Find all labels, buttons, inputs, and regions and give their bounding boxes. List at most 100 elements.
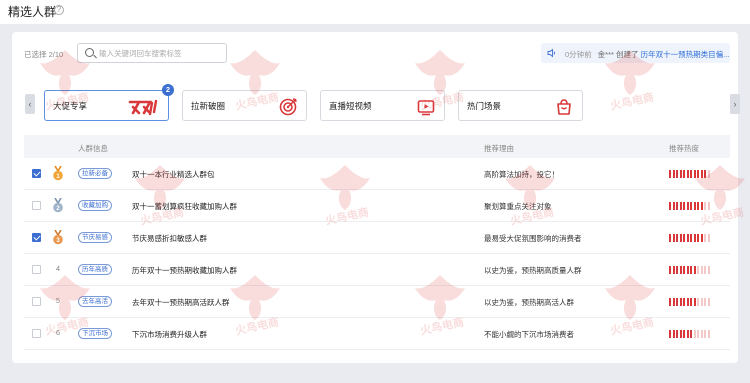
heat-bar xyxy=(676,266,678,274)
activity-notice[interactable]: 0分钟前 金*** 创建了 历年双十一预热期类目偏... xyxy=(541,43,730,63)
heat-bar xyxy=(697,170,699,178)
row-reason: 以史为鉴，预热期高质量人群 xyxy=(484,266,582,275)
row-name: 历年双十一预热期收藏加购人群 xyxy=(132,266,237,275)
row-rank: 5 xyxy=(55,296,61,305)
row-name: 下沉市场消费升级人群 xyxy=(132,330,207,339)
tab-badge: 2 xyxy=(162,84,174,96)
tabs-next-button[interactable]: › xyxy=(730,94,740,114)
heat-bar xyxy=(669,298,671,306)
heat-bar xyxy=(704,298,706,306)
crowd-table: 人群信息 推荐理由 推荐热度 1 拉新必备 双十一本行业精选人群包 高阶算法加持，投它… xyxy=(24,135,730,350)
speaker-icon xyxy=(547,48,555,58)
heat-bar xyxy=(683,234,685,242)
heat-bar xyxy=(679,170,682,178)
row-reason: 最易受大促氛围影响的消费者 xyxy=(484,234,582,243)
row-reason: 不能小觑的下沉市场消费者 xyxy=(484,330,574,339)
tab-label: 直播短视频 xyxy=(329,101,372,111)
tab-promotion[interactable]: 大促专享 2 xyxy=(44,84,174,121)
row-checkbox[interactable] xyxy=(32,233,41,242)
heat-bar xyxy=(686,170,689,178)
row-checkbox[interactable] xyxy=(32,169,41,178)
heat-bar xyxy=(669,234,671,242)
heat-bar xyxy=(676,330,678,338)
search-input[interactable] xyxy=(99,47,224,60)
row-reason: 以史为鉴，预热期高活人群 xyxy=(484,298,574,307)
tab-live-video[interactable]: 直播短视频 xyxy=(320,90,445,121)
table-row[interactable]: 5 去年高活 去年双十一预热期高活跃人群 以史为鉴，预热期高活人群 xyxy=(24,286,730,318)
page-title: 精选人群 xyxy=(8,5,57,19)
help-icon[interactable]: ? xyxy=(54,5,64,15)
heat-bar xyxy=(693,298,696,306)
heat-bar xyxy=(676,298,678,306)
row-tag: 收藏加购 xyxy=(78,200,112,211)
notice-user: 金*** 创建了 xyxy=(597,50,639,59)
table-row[interactable]: 2 收藏加购 双十一蓄划算疯狂收藏加购人群 聚划算重点关注对象 xyxy=(24,190,730,222)
heat-bar xyxy=(679,330,682,338)
heat-bar xyxy=(676,234,678,242)
tab-label: 拉新破圈 xyxy=(191,101,226,111)
tabs-prev-button[interactable]: ‹ xyxy=(25,94,35,114)
row-tag: 去年高活 xyxy=(78,296,112,307)
table-row[interactable]: 4 历年高质 历年双十一预热期收藏加购人群 以史为鉴，预热期高质量人群 xyxy=(24,254,730,286)
selected-count: 已选择 2/10 xyxy=(24,50,64,59)
heat-bar xyxy=(697,330,699,338)
heat-bar xyxy=(697,234,699,242)
heat-bar xyxy=(693,330,696,338)
double11-logo-icon xyxy=(128,99,158,116)
heat-bar xyxy=(700,170,703,178)
target-icon xyxy=(279,98,297,116)
gold-medal-icon: 1 xyxy=(53,166,63,181)
table-row[interactable]: 1 拉新必备 双十一本行业精选人群包 高阶算法加持，投它！ xyxy=(24,158,730,190)
heat-bar xyxy=(704,170,706,178)
row-reason: 高阶算法加持，投它！ xyxy=(484,170,559,179)
heat-bar xyxy=(707,202,710,210)
tab-hot-scenes[interactable]: 热门场景 xyxy=(458,90,583,121)
heat-bar xyxy=(690,298,692,306)
row-name: 去年双十一预热期高活跃人群 xyxy=(132,298,230,307)
heat-bar xyxy=(683,266,685,274)
heat-bar xyxy=(669,266,671,274)
notice-link[interactable]: 历年双十一预热期类目偏... xyxy=(641,50,730,59)
heat-bar xyxy=(693,234,696,242)
heat-bar xyxy=(683,202,685,210)
heat-bar xyxy=(704,330,706,338)
heat-bar xyxy=(679,298,682,306)
search-box[interactable] xyxy=(77,43,227,63)
table-row[interactable]: 3 节庆易感 节庆易感折扣敏感人群 最易受大促氛围影响的消费者 xyxy=(24,222,730,254)
heat-bar xyxy=(707,170,710,178)
heat-bar xyxy=(676,202,678,210)
heat-bar xyxy=(707,330,710,338)
table-header: 人群信息 推荐理由 推荐热度 xyxy=(24,135,730,158)
heat-bar xyxy=(690,170,692,178)
window-titlebar: 精选人群 ? xyxy=(0,0,750,24)
heat-bar xyxy=(669,330,671,338)
column-header-heat: 推荐热度 xyxy=(669,144,699,153)
heat-bar xyxy=(686,330,689,338)
row-checkbox[interactable] xyxy=(32,201,41,210)
row-checkbox[interactable] xyxy=(32,297,41,306)
heat-bar xyxy=(697,266,699,274)
row-checkbox[interactable] xyxy=(32,265,41,274)
row-checkbox[interactable] xyxy=(32,329,41,338)
bronze-medal-icon: 3 xyxy=(53,230,63,245)
tab-new-customers[interactable]: 拉新破圈 xyxy=(182,90,307,121)
row-tag: 历年高质 xyxy=(78,264,112,275)
heat-bar xyxy=(672,234,675,242)
heat-bar xyxy=(690,234,692,242)
heat-bar xyxy=(683,298,685,306)
table-row[interactable]: 6 下沉市场 下沉市场消费升级人群 不能小觑的下沉市场消费者 xyxy=(24,318,730,350)
heat-bar xyxy=(697,298,699,306)
tab-label: 大促专享 xyxy=(53,101,88,111)
column-header-reason: 推荐理由 xyxy=(484,144,514,153)
heat-bar xyxy=(693,266,696,274)
heat-bar xyxy=(700,266,703,274)
row-name: 双十一蓄划算疯狂收藏加购人群 xyxy=(132,202,237,211)
silver-medal-icon: 2 xyxy=(53,198,63,213)
heat-bar xyxy=(707,234,710,242)
heat-bar xyxy=(697,202,699,210)
heat-bar xyxy=(700,234,703,242)
row-name: 节庆易感折扣敏感人群 xyxy=(132,234,207,243)
heat-bar xyxy=(686,234,689,242)
crowd-panel: 已选择 2/10 0分钟前金*** 创建了 历年双十一预热期类目偏... ‹ ›… xyxy=(12,32,740,363)
row-tag: 节庆易感 xyxy=(78,232,112,243)
